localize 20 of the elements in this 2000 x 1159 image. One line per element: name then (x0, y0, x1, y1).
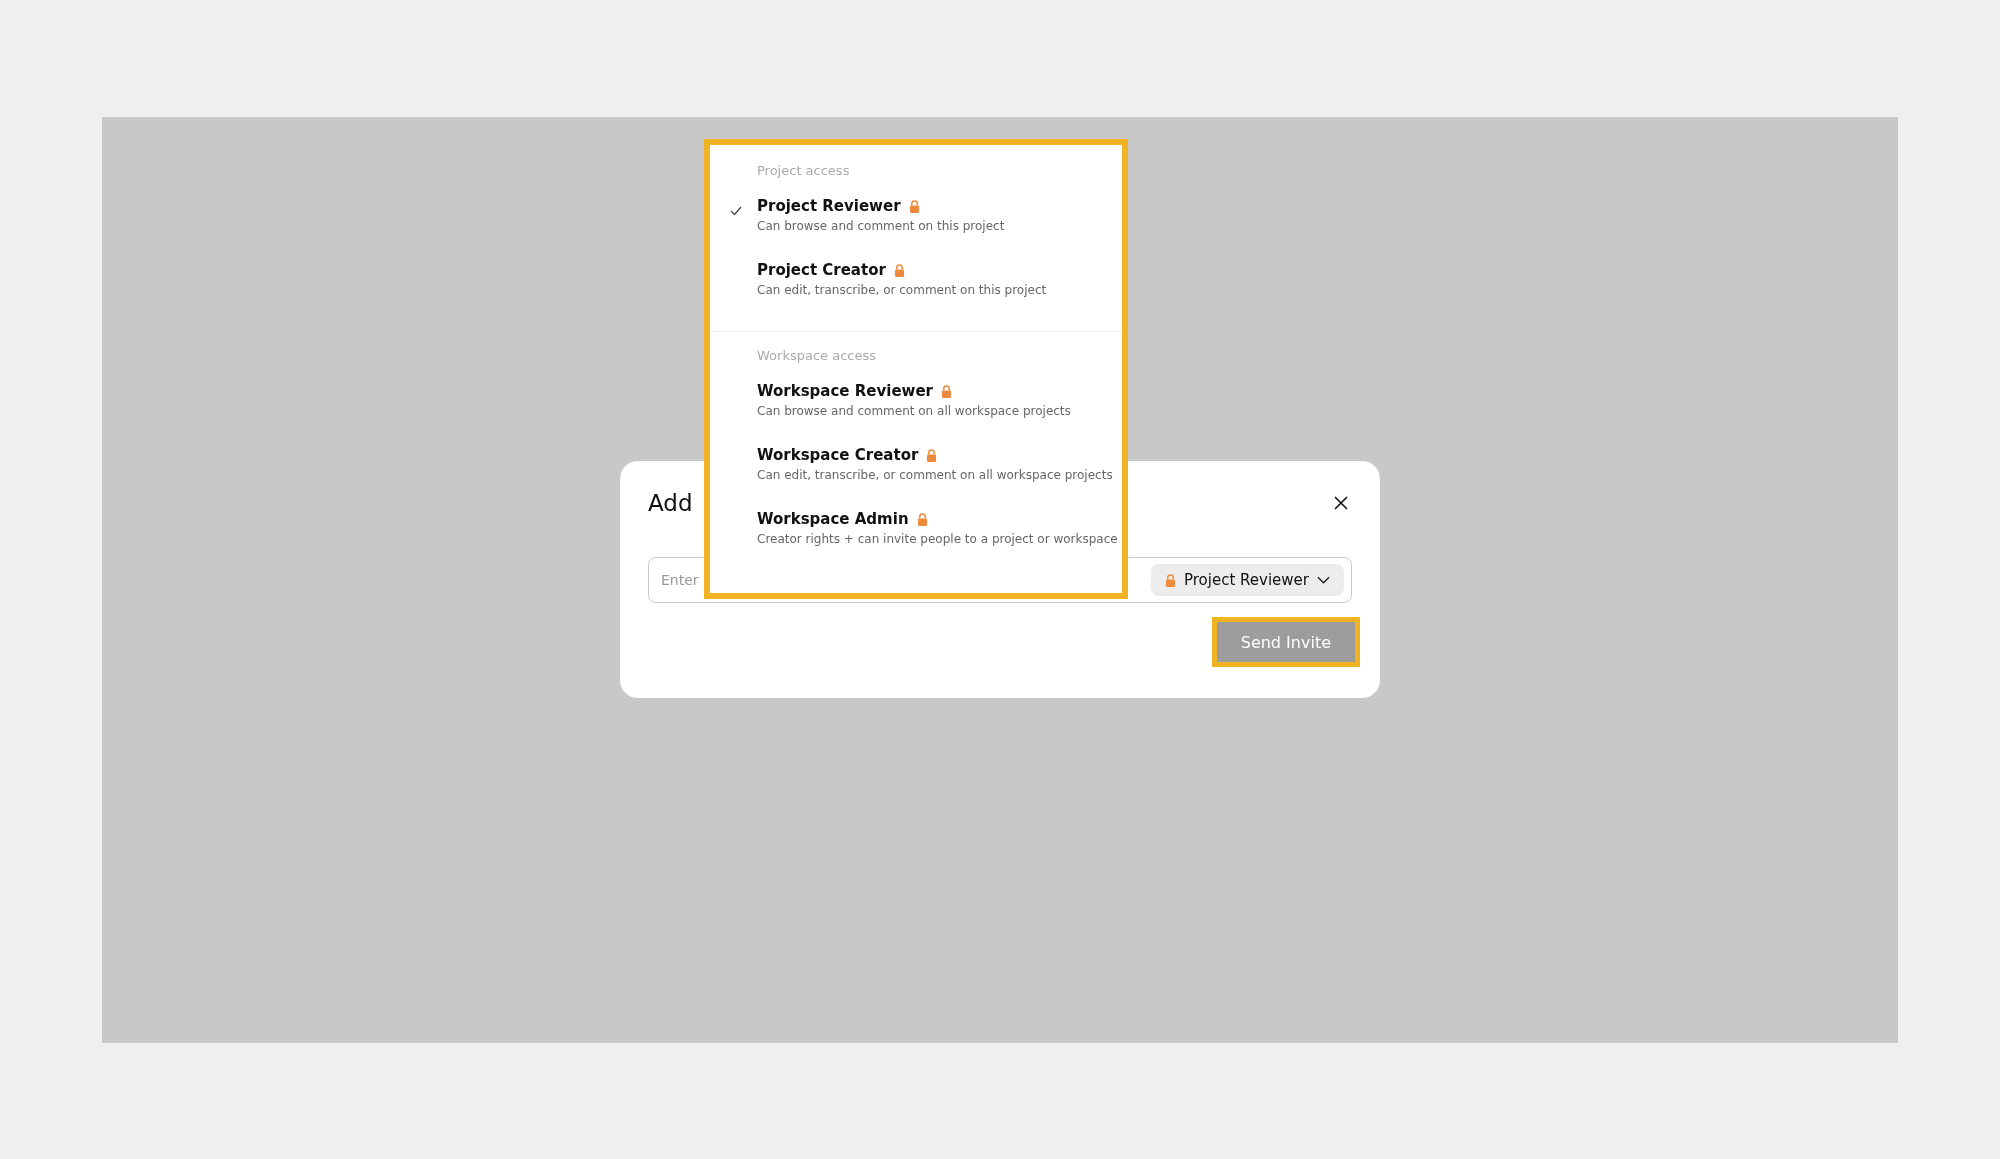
option-label: Workspace Reviewer (757, 382, 933, 400)
option-label: Project Creator (757, 261, 886, 279)
role-option[interactable]: Workspace Admin Creator rights + can invite people to a project or workspace (710, 510, 1122, 574)
option-description: Creator rights + can invite people to a project or workspace (757, 532, 1118, 546)
option-description: Can browse and comment on this project (757, 219, 1005, 233)
option-description: Can edit, transcribe, or comment on this project (757, 283, 1047, 297)
option-description: Can browse and comment on all workspace projects (757, 404, 1071, 418)
role-option[interactable]: Workspace Reviewer Can browse and comment on all workspace projects (710, 382, 1122, 446)
option-label: Workspace Creator (757, 446, 919, 464)
role-option[interactable]: Project Creator Can edit, transcribe, or comment on this project (710, 261, 1122, 325)
chevron-down-icon (1317, 576, 1330, 584)
option-label: Workspace Admin (757, 510, 909, 528)
role-option[interactable]: Workspace Creator Can edit, transcribe, or comment on all workspace projects (710, 446, 1122, 510)
option-description: Can edit, transcribe, or comment on all workspace projects (757, 468, 1113, 482)
menu-section-heading: Project access (756, 162, 851, 180)
role-dropdown[interactable]: Project Reviewer (1151, 564, 1344, 596)
menu-section-heading: Workspace access (756, 347, 877, 365)
option-label: Project Reviewer (757, 197, 901, 215)
dialog-title: Add (648, 490, 693, 516)
role-option[interactable]: Project Reviewer Can browse and comment on this project (710, 197, 1122, 261)
